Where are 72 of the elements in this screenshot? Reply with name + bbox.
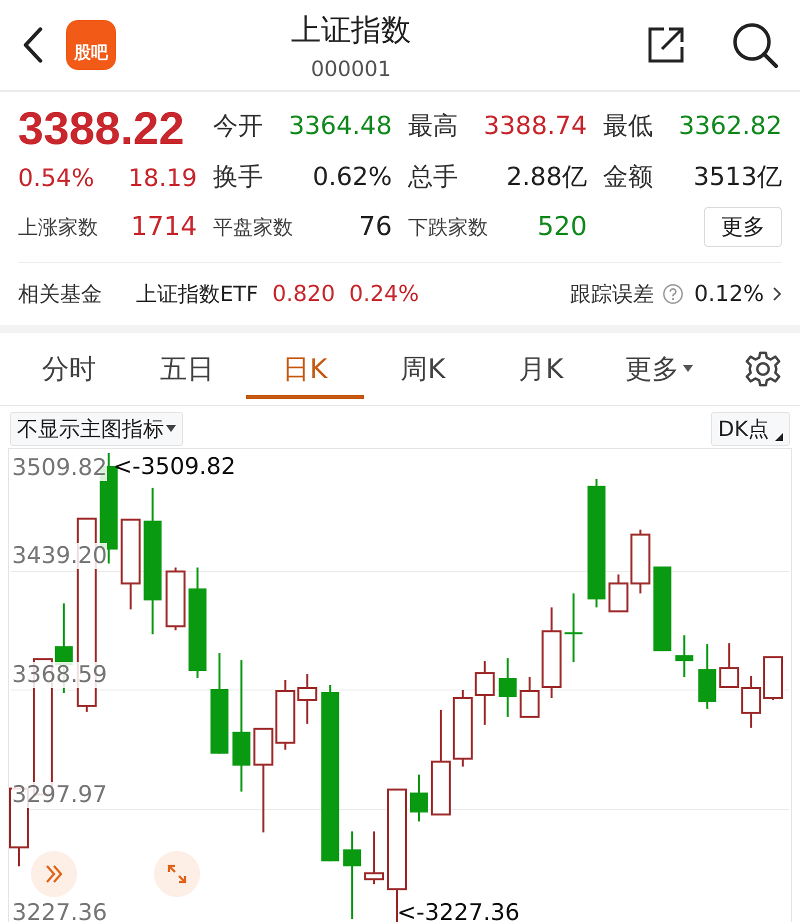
candlestick (741, 676, 762, 728)
caret-icon (166, 425, 176, 433)
breadth-value: 520 (537, 212, 587, 242)
breadth-label: 上涨家数 (18, 214, 98, 240)
fund-change: 0.24% (349, 282, 420, 306)
stat-value: 3362.82 (678, 110, 782, 140)
period-tab[interactable]: 日K (246, 333, 364, 405)
scroll-end-button[interactable] (31, 851, 77, 897)
price-axis-label: 3227.36 (12, 900, 108, 922)
candlestick (675, 635, 694, 678)
stat-value: 3513亿 (693, 160, 782, 192)
price-axis-label: 3439.20 (12, 543, 108, 569)
candlestick (719, 643, 740, 688)
search-icon[interactable] (732, 22, 778, 68)
stat-value: 3388.74 (484, 110, 587, 140)
candlestick (498, 658, 517, 717)
candlestick (275, 680, 296, 750)
candlestick (410, 774, 428, 822)
share-icon[interactable] (646, 25, 686, 65)
back-icon[interactable] (22, 26, 44, 64)
candlestick (520, 677, 540, 718)
period-tab[interactable]: 月K (482, 333, 600, 405)
settings-icon[interactable] (744, 350, 782, 388)
candlestick (608, 574, 628, 612)
expand-icon (165, 862, 189, 886)
candlestick (474, 661, 495, 725)
stat-value: 3364.48 (288, 110, 392, 140)
period-tab[interactable]: 周K (364, 333, 482, 405)
help-icon[interactable] (662, 283, 684, 305)
candlestick (364, 831, 384, 884)
stat-label: 今开 (213, 110, 263, 142)
corner-triangle-icon (775, 433, 783, 441)
candlestick (763, 656, 784, 700)
breadth-value: 1714 (130, 212, 197, 242)
stat-label: 换手 (213, 160, 263, 192)
high-price-marker: <-3509.82 (113, 454, 236, 480)
candlestick (698, 644, 716, 709)
indicator-dropdown[interactable]: 不显示主图指标 (10, 412, 183, 446)
fund-price: 0.820 (272, 282, 336, 306)
price-axis-label: 3297.97 (12, 782, 108, 808)
candlestick (297, 674, 318, 724)
more-button[interactable]: 更多 (704, 207, 782, 247)
chevron-right-icon[interactable] (772, 286, 782, 302)
stock-code: 000001 (310, 56, 392, 80)
price-axis-label: 3368.59 (12, 662, 108, 688)
change-amount: 18.19 (128, 164, 197, 192)
low-price-marker: <-3227.36 (397, 900, 520, 922)
breadth-label: 平盘家数 (213, 214, 293, 240)
period-tab[interactable]: 更多 (600, 333, 718, 405)
candlestick (166, 568, 186, 630)
tracking-error-label: 跟踪误差 (570, 281, 654, 308)
change-percent: 0.54% (18, 164, 94, 192)
breadth-label: 下跌家数 (408, 214, 488, 240)
stat-value: 0.62% (312, 162, 392, 190)
tracking-error-value: 0.12% (694, 282, 764, 306)
period-tab[interactable]: 五日 (128, 333, 246, 405)
dk-point-button[interactable]: DK点 (711, 412, 790, 446)
candlestick (630, 530, 650, 594)
stat-label: 最高 (408, 110, 458, 142)
stat-label: 最低 (603, 110, 653, 142)
stat-value: 2.88亿 (506, 160, 587, 192)
fund-label: 相关基金 (18, 281, 102, 308)
stat-label: 金额 (603, 160, 653, 192)
period-tab[interactable]: 分时 (10, 333, 128, 405)
price-axis-label: 3509.82 (12, 455, 108, 481)
page-title: 上证指数 (291, 12, 411, 50)
last-price: 3388.22 (18, 101, 184, 156)
fund-name[interactable]: 上证指数ETF (136, 280, 258, 308)
stat-label: 总手 (408, 160, 458, 192)
breadth-value: 76 (358, 212, 392, 242)
candlestick (564, 593, 583, 662)
fullscreen-button[interactable] (154, 851, 200, 897)
